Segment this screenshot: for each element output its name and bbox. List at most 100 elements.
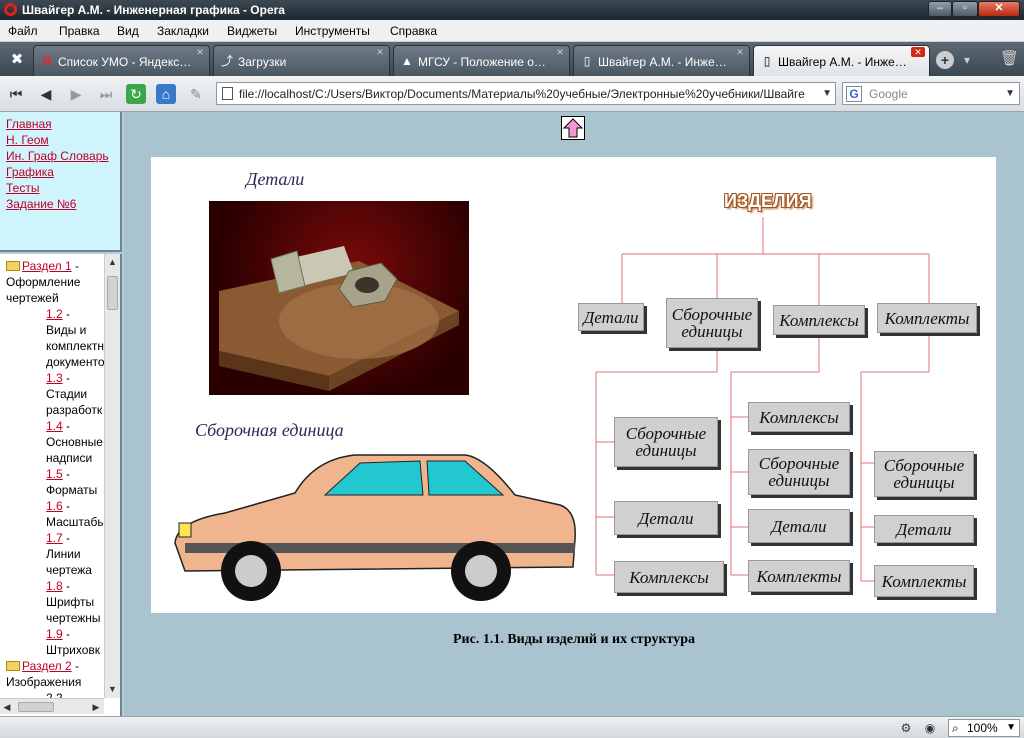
toc-text: Форматы [46,483,98,497]
nav-link-task6[interactable]: Задание №6 [6,196,114,212]
scroll-left-icon[interactable]: ◀ [0,699,14,715]
box-c3-sets: Комплекты [874,565,974,597]
camera-icon[interactable]: ◉ [922,720,938,736]
tab-close-icon[interactable]: ✕ [555,47,565,57]
nav-link-geom[interactable]: Н. Геом [6,132,114,148]
page-info-icon[interactable]: ⚙ [898,720,914,736]
toc-horizontal-scrollbar[interactable]: ◀ ▶ [0,698,104,714]
toc-text: - [71,659,80,673]
tab-downloads[interactable]: ⤴ Загрузки ✕ [213,45,390,76]
toc-link-1-9[interactable]: 1.9 [46,627,63,641]
home-icon[interactable]: ⌂ [156,84,176,104]
browser-window: Швайгер А.М. - Инженерная графика - Oper… [0,0,1024,738]
toc-text: Линии [46,547,81,561]
toc-text: чертежа [46,563,92,577]
menu-file[interactable]: Файл [8,24,38,38]
bolt-nut-image [209,201,469,395]
top-nav-frame: Главная Н. Геом Ин. Граф Словарь Графика… [0,112,122,252]
minimize-button[interactable]: – [928,1,952,17]
toc-link-1-5[interactable]: 1.5 [46,467,63,481]
menu-bar: Файл Правка Вид Закладки Виджеты Инструм… [0,20,1024,42]
toc-link-1-6[interactable]: 1.6 [46,499,63,513]
toc-text: Штриховк [46,643,101,657]
toc-list: Раздел 1 - Оформление чертежей 1.2 - Вид… [0,258,104,706]
toc-frame: Раздел 1 - Оформление чертежей 1.2 - Вид… [0,254,122,716]
nav-link-graphics[interactable]: Графика [6,164,114,180]
address-dropdown-icon[interactable]: ▼ [822,88,832,99]
box-c2-assembly-units: Сборочные единицы [748,449,850,495]
rewind-icon[interactable]: ⏮ [6,84,26,104]
tab-shvaiger-active[interactable]: ▯ Швайгер А.М. - Инже… ✕ [753,45,930,76]
new-tab-icon[interactable]: + [936,51,954,69]
title-bar: Швайгер А.М. - Инженерная графика - Oper… [0,0,1024,20]
toc-link-1-2[interactable]: 1.2 [46,307,63,321]
tab-close-icon[interactable]: ✕ [735,47,745,57]
toc-text: Основные [46,435,103,449]
google-icon: G [846,86,862,102]
toc-link-1-3[interactable]: 1.3 [46,371,63,385]
toc-link-1-7[interactable]: 1.7 [46,531,63,545]
trash-icon[interactable]: 🗑 [1000,49,1019,69]
search-placeholder: Google [869,87,908,101]
fast-forward-icon[interactable]: ⏭ [96,84,116,104]
nav-link-home[interactable]: Главная [6,116,114,132]
tab-close-icon[interactable]: ✕ [911,47,925,57]
toc-link-1-4[interactable]: 1.4 [46,419,63,433]
search-dropdown-icon[interactable]: ▼ [1005,88,1015,99]
toc-text: надписи [46,451,93,465]
products-structure-diagram: ИЗДЕЛИЯ Детали Сборочные единицы Комплек… [566,157,996,613]
opera-logo-icon [4,3,17,16]
menu-tools[interactable]: Инструменты [295,24,370,38]
page-content: Главная Н. Геом Ин. Граф Словарь Графика… [0,112,1024,716]
car-image [165,447,585,607]
menu-bookmarks[interactable]: Закладки [157,24,209,38]
address-field[interactable]: file://localhost/C:/Users/Виктор/Documen… [216,82,836,105]
yandex-icon: Я [42,54,52,68]
box-c1-assembly-units: Сборочные единицы [614,417,718,467]
back-icon[interactable]: ◀ [36,84,56,104]
scroll-up-icon[interactable]: ▲ [105,254,120,270]
local-file-icon [222,87,233,100]
nav-link-dictionary[interactable]: Ин. Граф Словарь [6,148,114,164]
zoom-magnifier-icon: ⌕ [952,721,959,735]
toc-link-1-8[interactable]: 1.8 [46,579,63,593]
zoom-control[interactable]: ⌕ 100% ▼ [948,719,1020,737]
tab-mgsu[interactable]: ▲ МГСУ - Положение о… ✕ [393,45,570,76]
diagram-heading: ИЗДЕЛИЯ [724,191,812,211]
toc-text: Оформление [6,275,81,289]
toc-text: разработк [46,403,103,417]
tools-icon[interactable]: ✖ [6,50,28,70]
toc-section-1-link[interactable]: Раздел 1 [22,259,72,273]
menu-edit[interactable]: Правка [59,24,100,38]
scroll-right-icon[interactable]: ▶ [89,699,103,715]
edit-site-prefs-icon[interactable]: ✎ [186,84,206,104]
nav-link-tests[interactable]: Тесты [6,180,114,196]
scroll-thumb[interactable] [107,276,118,310]
close-window-button[interactable]: ✕ [978,1,1020,17]
tab-yandex[interactable]: Я Список УМО - Яндекс… ✕ [33,45,210,76]
zoom-dropdown-icon[interactable]: ▼ [1006,720,1016,736]
scroll-thumb[interactable] [18,702,54,712]
label-assembly: Сборочная единица [195,420,344,440]
toc-section-2-link[interactable]: Раздел 2 [22,659,72,673]
folder-icon [6,261,20,271]
box-c2-details: Детали [748,509,850,543]
tab-bar: ✖ Я Список УМО - Яндекс… ✕ ⤴ Загрузки ✕ … [0,42,1024,76]
tab-close-icon[interactable]: ✕ [195,47,205,57]
tab-close-icon[interactable]: ✕ [375,47,385,57]
forward-icon[interactable]: ▶ [66,84,86,104]
tab-menu-icon[interactable]: ▾ [964,51,974,69]
up-arrow-icon[interactable] [561,116,585,140]
menu-help[interactable]: Справка [390,24,437,38]
toc-vertical-scrollbar[interactable]: ▲ ▼ [104,254,120,698]
reload-icon[interactable]: ↻ [126,84,146,104]
scroll-down-icon[interactable]: ▼ [105,681,120,697]
maximize-button[interactable]: ▫ [952,1,978,17]
search-field[interactable]: G Google ▼ [842,82,1020,105]
menu-view[interactable]: Вид [117,24,139,38]
toc-text: - [71,259,80,273]
toc-text: чертежей [6,291,59,305]
tab-shvaiger-1[interactable]: ▯ Швайгер А.М. - Инже… ✕ [573,45,750,76]
transfers-icon: ⤴ [220,54,233,68]
menu-widgets[interactable]: Виджеты [227,24,277,38]
